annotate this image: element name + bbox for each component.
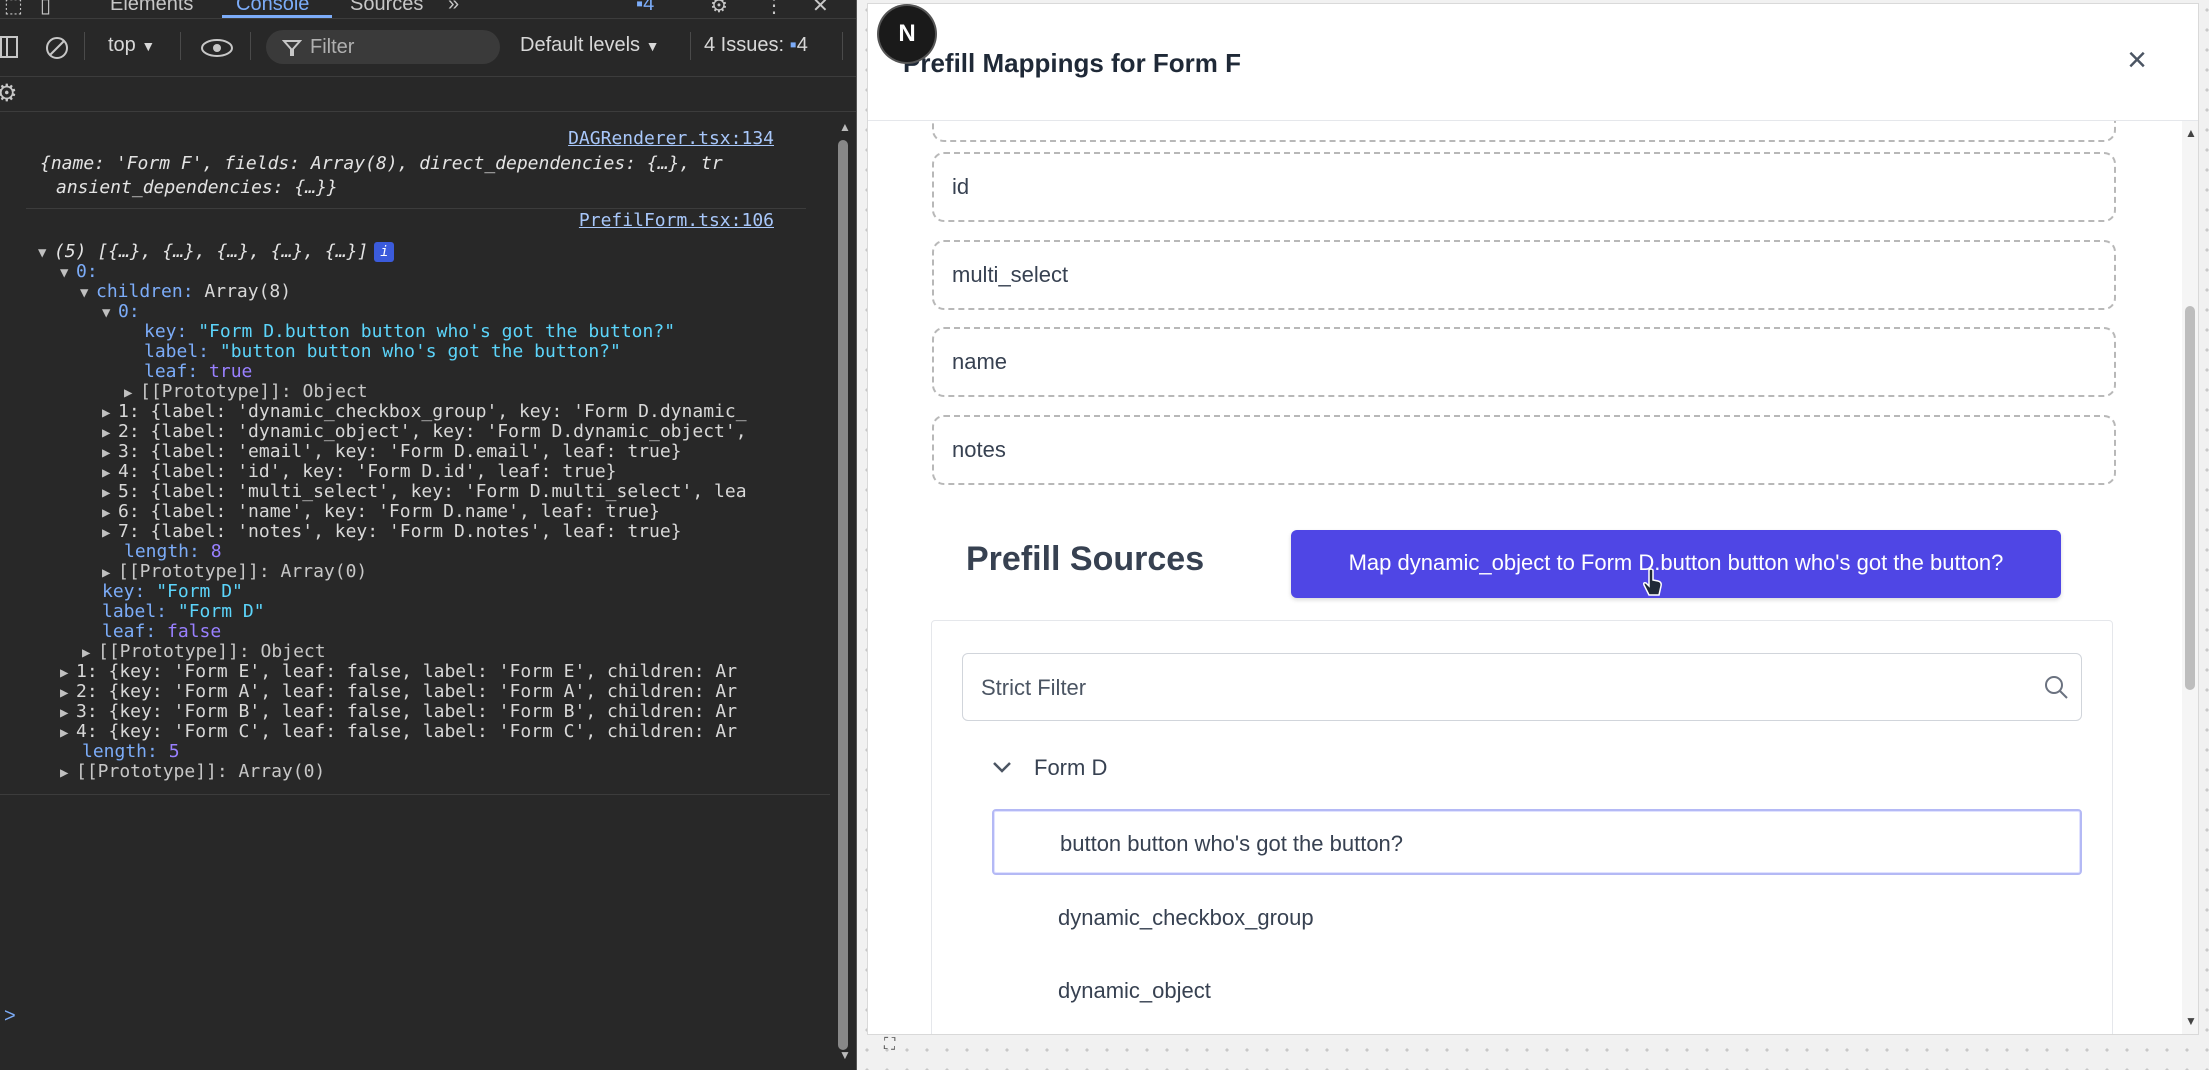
tree-node[interactable]: ▼ 0: [102, 298, 140, 326]
levels-dropdown-icon: ▼ [645, 38, 660, 54]
prefill-sources-panel: Strict Filter Form D button button who's… [931, 620, 2113, 1034]
source-item[interactable]: dynamic_checkbox_group [992, 885, 2078, 947]
sidebar-toggle-icon[interactable] [0, 35, 22, 59]
console-scrollbar-thumb[interactable] [838, 140, 848, 1050]
source-group-form-d[interactable]: Form D [1034, 755, 1107, 781]
field-row[interactable]: name [932, 327, 2116, 397]
prefill-mappings-modal: Prefill Mappings for Form F × id multi_s… [868, 4, 2198, 1034]
prefill-sources-heading: Prefill Sources [966, 540, 1205, 578]
toolbar-divider [84, 32, 85, 60]
source-item[interactable]: dynamic_object [992, 958, 2078, 1020]
array-summary-text: (5) [{…}, {…}, {…}, {…}, {…}] [54, 241, 369, 262]
devtools-panel: ⬚ ▯ Elements Console Sources » ▪4 ⚙ ⋮ ✕ … [0, 0, 856, 1070]
toolbar-divider [842, 32, 843, 60]
toolbar-divider [250, 32, 251, 60]
log-levels-label: Default levels [520, 34, 641, 56]
source-item-label: dynamic_object [1058, 978, 1211, 1003]
eye-icon[interactable] [200, 38, 234, 58]
issues-count: 4 [796, 34, 808, 56]
log-object-line2: ansient_dependencies: {…}} [56, 177, 338, 198]
console-toolbar: top ▼ Filter Default levels ▼ 4 Issues: … [0, 18, 856, 77]
source-link[interactable]: DAGRenderer.tsx:134 [568, 128, 774, 149]
modal-scrollbar-thumb[interactable] [2185, 306, 2195, 690]
tree-node[interactable]: ▶ [[Prototype]]: Array(0) [60, 758, 325, 786]
toolbar-divider [180, 32, 181, 60]
collapse-arrow-icon[interactable]: ▼ [38, 239, 54, 266]
filter-placeholder: Filter [310, 36, 355, 58]
modal-title: Prefill Mappings for Form F [903, 48, 1242, 78]
field-label: name [952, 349, 1008, 374]
issues-label: 4 Issues: [704, 34, 785, 56]
close-button[interactable]: × [2122, 43, 2152, 77]
modal-header: Prefill Mappings for Form F × [868, 4, 2198, 121]
field-row[interactable]: id [932, 152, 2116, 222]
scroll-down-icon[interactable]: ▼ [2185, 1014, 2197, 1028]
more-tabs-icon[interactable]: » [448, 0, 459, 16]
inspect-icon[interactable]: ⬚ [4, 0, 23, 18]
settings-icon[interactable]: ⚙ [710, 0, 728, 18]
scroll-up-icon[interactable]: ▲ [2185, 126, 2197, 140]
field-label: notes [952, 437, 1006, 462]
context-dropdown-icon: ▼ [141, 38, 156, 54]
field-label: multi_select [952, 262, 1069, 287]
issues-counter[interactable]: 4 Issues: ▪4 [704, 34, 808, 57]
hand-cursor-icon [1643, 568, 1662, 596]
log-separator [26, 208, 806, 209]
expand-arrow-icon[interactable]: ▶ [60, 759, 76, 786]
issues-message-icon: ▪ [789, 34, 797, 56]
console-settings-icon[interactable]: ⚙ [0, 79, 18, 108]
expand-arrow-icon[interactable]: ▶ [102, 519, 118, 546]
devtools-tab-bar: ⬚ ▯ Elements Console Sources » ▪4 ⚙ ⋮ ✕ [0, 0, 856, 19]
clear-console-icon[interactable] [44, 35, 70, 61]
fit-view-icon[interactable]: ⛶ [884, 1036, 895, 1054]
chevron-down-icon[interactable] [990, 755, 1014, 779]
more-options-icon[interactable]: ⋮ [764, 0, 784, 18]
node-value: Array(8) [204, 281, 292, 302]
console-scrollbar[interactable]: ▲ ▼ [836, 120, 851, 1062]
field-row[interactable]: multi_select [932, 240, 2116, 310]
expand-arrow-icon[interactable]: ▶ [60, 719, 76, 746]
modal-scrollbar[interactable]: ▲ ▼ [2182, 120, 2198, 1034]
issues-badge[interactable]: ▪4 [636, 0, 654, 16]
strict-filter-input[interactable]: Strict Filter [962, 653, 2082, 721]
log-levels-dropdown[interactable]: Default levels ▼ [520, 34, 659, 57]
map-button[interactable]: Map dynamic_object to Form D.button butt… [1291, 530, 2061, 598]
prop-value: "button button who's got the button?" [219, 341, 621, 362]
node-key: 0: [118, 301, 140, 322]
collapse-arrow-icon[interactable]: ▼ [60, 259, 76, 286]
console-settings-bar: ⚙ [0, 77, 856, 112]
scroll-down-icon[interactable]: ▼ [839, 1048, 851, 1062]
filter-icon [282, 40, 302, 56]
context-selector-label: top [108, 34, 136, 56]
tab-console[interactable]: Console [236, 0, 309, 16]
log-object-text: {name: 'Form F', fields: Array(8), direc… [40, 153, 723, 174]
issues-badge-count: 4 [643, 0, 655, 15]
tab-elements[interactable]: Elements [110, 0, 193, 16]
console-output: DAGRenderer.tsx:134 ▶ {name: 'Form F', fi… [0, 112, 830, 1070]
prototype-label: [[Prototype]]: Array(0) [76, 761, 326, 782]
console-prompt[interactable]: > [4, 1005, 16, 1028]
close-icon: × [2127, 41, 2147, 79]
console-filter-input[interactable]: Filter [266, 30, 500, 64]
source-item-label: dynamic_checkbox_group [1058, 905, 1314, 930]
toolbar-divider [690, 32, 691, 60]
collapse-arrow-icon[interactable]: ▼ [80, 279, 96, 306]
scroll-up-icon[interactable]: ▲ [839, 120, 851, 134]
source-link[interactable]: PrefilForm.tsx:106 [579, 210, 774, 231]
context-selector[interactable]: top ▼ [108, 34, 155, 57]
log-separator [0, 794, 830, 795]
search-icon [2045, 676, 2068, 699]
tab-sources[interactable]: Sources [350, 0, 423, 16]
close-devtools-icon[interactable]: ✕ [812, 0, 829, 18]
strict-filter-placeholder: Strict Filter [981, 675, 1087, 700]
collapse-arrow-icon[interactable]: ▼ [102, 299, 118, 326]
device-toolbar-icon[interactable]: ▯ [40, 0, 51, 18]
source-item-label: button button who's got the button? [1060, 831, 1404, 856]
nextjs-logo-icon[interactable]: N [879, 6, 935, 62]
field-row[interactable]: notes [932, 415, 2116, 485]
info-icon[interactable]: i [374, 242, 395, 262]
source-item-selected[interactable]: button button who's got the button? [992, 809, 2082, 875]
field-label: id [952, 174, 970, 199]
